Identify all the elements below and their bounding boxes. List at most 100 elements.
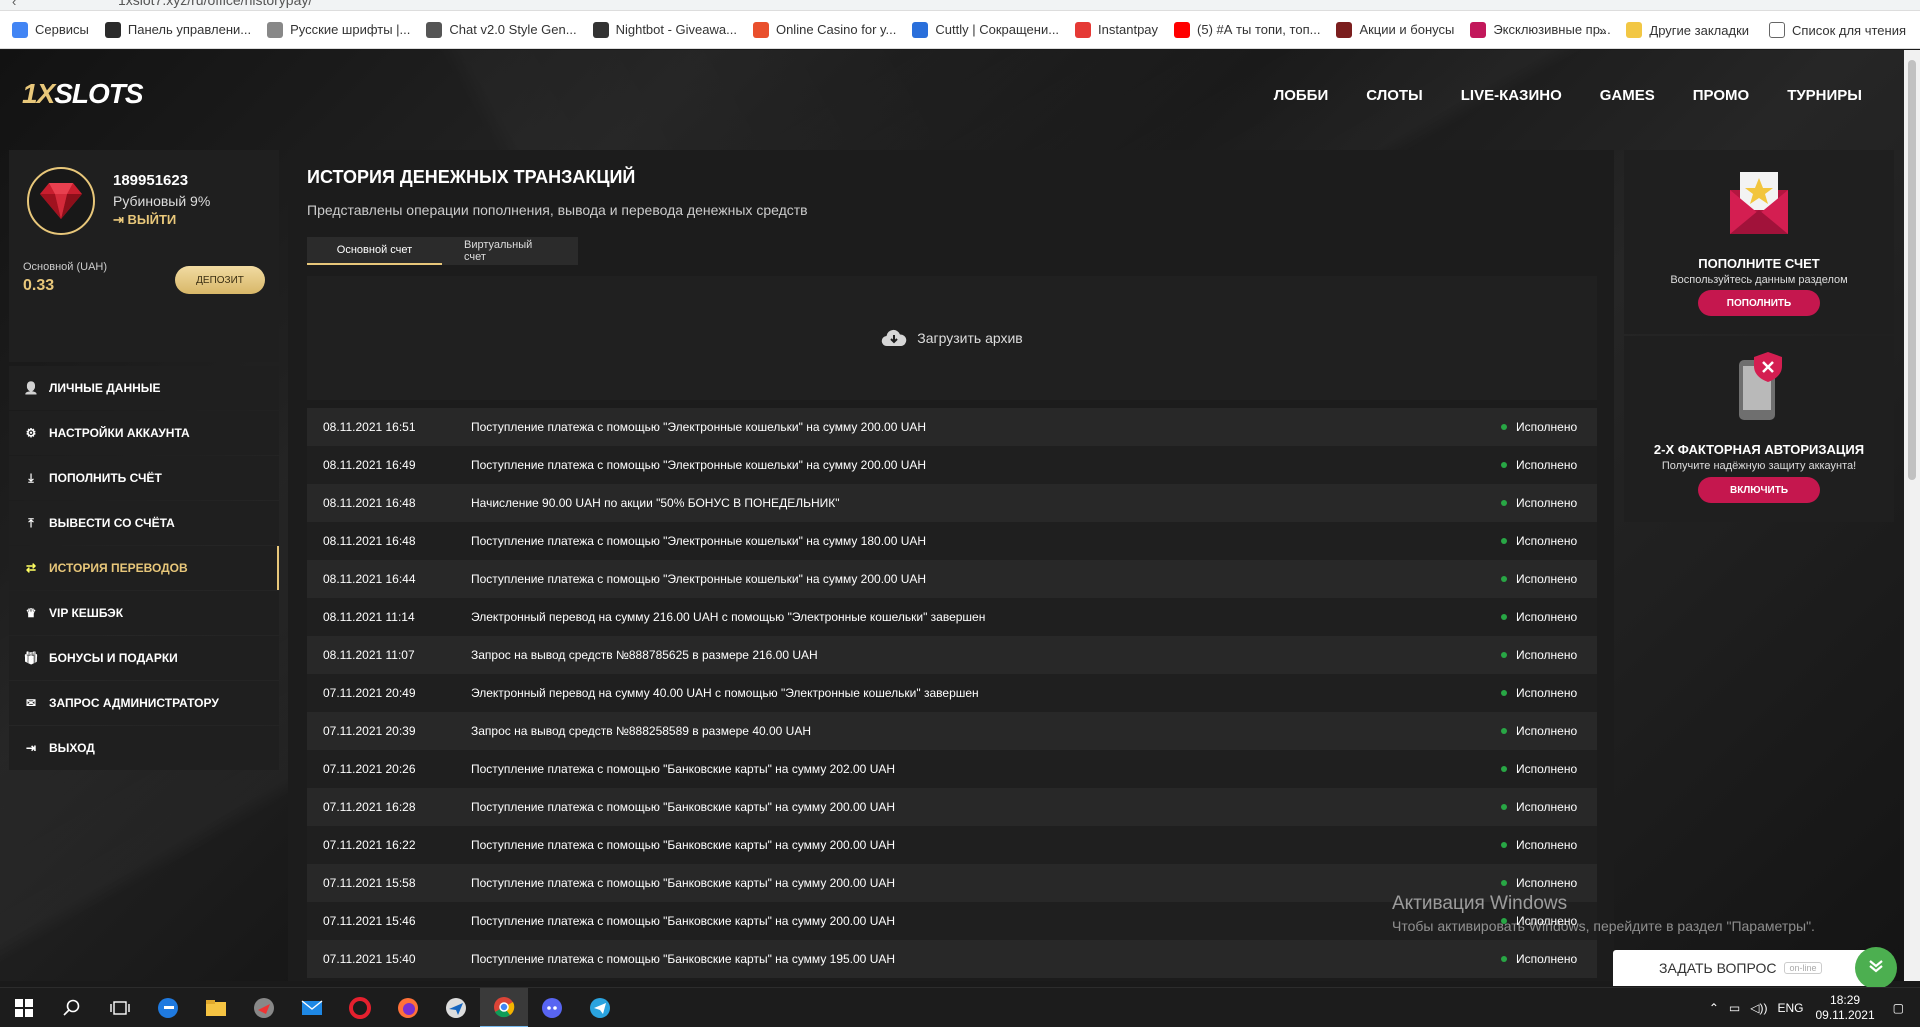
bookmark-item[interactable]: (5) #А ты топи, топ... bbox=[1174, 21, 1321, 38]
tab-main-account[interactable]: Основной счет bbox=[307, 237, 442, 265]
chrome-browser-icon[interactable] bbox=[480, 988, 528, 1027]
plane-app-icon[interactable] bbox=[432, 988, 480, 1027]
system-tray: ⌃ ▭ ◁)) ENG 18:29 09.11.2021 ▢ bbox=[1709, 988, 1920, 1027]
bookmark-item[interactable]: Акции и бонусы bbox=[1336, 21, 1454, 38]
bookmark-item[interactable]: Панель управлени... bbox=[104, 21, 251, 38]
transaction-date: 07.11.2021 15:58 bbox=[323, 876, 416, 890]
topup-button[interactable]: ПОПОЛНИТЬ bbox=[1698, 290, 1820, 316]
firefox-browser-icon[interactable] bbox=[384, 988, 432, 1027]
side-menu-label: ЗАПРОС АДМИНИСТРАТОРУ bbox=[49, 696, 219, 710]
twofa-promo-title: 2-Х ФАКТОРНАЯ АВТОРИЗАЦИЯ bbox=[1653, 442, 1865, 457]
volume-icon[interactable]: ◁)) bbox=[1750, 1001, 1767, 1015]
side-menu-item[interactable]: ♛ VIP КЕШБЭК bbox=[9, 591, 279, 635]
transaction-date: 07.11.2021 20:49 bbox=[323, 686, 416, 700]
logo-part-1x: 1X bbox=[22, 78, 55, 109]
balance-label: Основной (UAH) bbox=[23, 261, 108, 273]
address-bar[interactable]: 1xslot7.xyz/ru/office/historypay/ bbox=[118, 0, 312, 8]
transaction-description: Поступление платежа с помощью "Банковски… bbox=[471, 800, 896, 814]
bookmark-item[interactable]: Online Casino for y... bbox=[752, 21, 896, 38]
bookmark-item[interactable]: Nightbot - Giveawa... bbox=[592, 21, 737, 38]
bookmark-item[interactable]: Сервисы bbox=[12, 21, 89, 38]
bookmark-item[interactable]: Instantpay bbox=[1075, 21, 1159, 38]
nav-games[interactable]: GAMES bbox=[1600, 87, 1655, 104]
bookmark-item[interactable]: Эксклюзивные пр... bbox=[1470, 21, 1611, 38]
apps-grid-icon bbox=[12, 21, 28, 38]
transaction-row: 08.11.2021 16:44 Поступление платежа с по… bbox=[307, 560, 1597, 598]
top-navigation: ЛОББИ СЛОТЫ LIVE-КАЗИНО GAMES ПРОМО ТУРН… bbox=[1274, 87, 1862, 104]
youtube-icon bbox=[1174, 21, 1191, 38]
notifications-icon[interactable]: ▢ bbox=[1893, 1001, 1904, 1015]
nav-live-casino[interactable]: LIVE-КАЗИНО bbox=[1461, 87, 1562, 104]
app-plane-icon[interactable] bbox=[240, 988, 288, 1027]
transaction-description: Поступление платежа с помощью "Электронн… bbox=[471, 420, 927, 434]
bookmark-label: Русские шрифты |... bbox=[290, 22, 411, 37]
side-menu-item[interactable]: ⤒ ВЫВЕСТИ СО СЧЁТА bbox=[9, 501, 279, 545]
ask-question-widget[interactable]: ЗАДАТЬ ВОПРОС on-line bbox=[1613, 950, 1883, 986]
bookmark-label: Nightbot - Giveawa... bbox=[615, 22, 737, 37]
scrollbar-thumb[interactable] bbox=[1908, 60, 1916, 480]
more-bookmarks-button[interactable]: » bbox=[1599, 23, 1606, 38]
casino-icon bbox=[752, 21, 769, 38]
system-clock[interactable]: 18:29 09.11.2021 bbox=[1815, 993, 1874, 1023]
side-menu-item[interactable]: 👤 ЛИЧНЫЕ ДАННЫЕ bbox=[9, 366, 279, 410]
discord-app-icon[interactable] bbox=[528, 988, 576, 1027]
transaction-status: Исполнено bbox=[1501, 458, 1577, 472]
side-menu-item[interactable]: ⇥ ВЫХОД bbox=[9, 726, 279, 770]
logout-link[interactable]: ⇥ ВЫЙТИ bbox=[113, 212, 176, 228]
task-view-icon[interactable] bbox=[96, 988, 144, 1027]
side-menu-item[interactable]: ✉ ЗАПРОС АДМИНИСТРАТОРУ bbox=[9, 681, 279, 725]
side-menu-label: БОНУСЫ И ПОДАРКИ bbox=[49, 651, 178, 665]
profile-card: 189951623 Рубиновый 9% ⇥ ВЫЙТИ Основной … bbox=[9, 150, 279, 362]
bookmark-item[interactable]: Русские шрифты |... bbox=[267, 21, 411, 38]
telegram-app-icon[interactable] bbox=[576, 988, 624, 1027]
transaction-date: 07.11.2021 15:40 bbox=[323, 952, 416, 966]
status-dot-icon bbox=[1501, 424, 1507, 430]
nav-promo[interactable]: ПРОМО bbox=[1693, 87, 1749, 104]
page-scrollbar[interactable] bbox=[1904, 50, 1920, 981]
side-menu-item[interactable]: 🎁 БОНУСЫ И ПОДАРКИ bbox=[9, 636, 279, 680]
side-menu-item[interactable]: ⤓ ПОПОЛНИТЬ СЧЁТ bbox=[9, 456, 279, 500]
chat-bubble-icon[interactable] bbox=[1855, 947, 1897, 989]
transaction-row: 08.11.2021 11:14 Электронный перевод на с… bbox=[307, 598, 1597, 636]
nav-slots[interactable]: СЛОТЫ bbox=[1366, 87, 1423, 104]
download-archive-label: Загрузить архив bbox=[917, 330, 1023, 346]
transaction-row: 07.11.2021 20:39 Запрос на вывод средств … bbox=[307, 712, 1597, 750]
bookmark-item[interactable]: Cuttly | Сокращени... bbox=[912, 21, 1059, 38]
status-dot-icon bbox=[1501, 652, 1507, 658]
nav-tournaments[interactable]: ТУРНИРЫ bbox=[1787, 87, 1862, 104]
status-dot-icon bbox=[1501, 462, 1507, 468]
search-icon[interactable] bbox=[48, 988, 96, 1027]
language-indicator[interactable]: ENG bbox=[1777, 1001, 1803, 1015]
reading-list-button[interactable]: Список для чтения bbox=[1769, 22, 1906, 38]
user-id: 189951623 bbox=[113, 172, 189, 189]
side-menu-item[interactable]: ⚙ НАСТРОЙКИ АККАУНТА bbox=[9, 411, 279, 455]
bookmark-item[interactable]: Chat v2.0 Style Gen... bbox=[426, 21, 577, 38]
other-bookmarks-folder[interactable]: Другие закладки bbox=[1626, 22, 1749, 38]
network-icon[interactable]: ▭ bbox=[1729, 1001, 1740, 1015]
side-menu-item[interactable]: ⇄ ИСТОРИЯ ПЕРЕВОДОВ bbox=[9, 546, 279, 590]
bookmark-label: Instantpay bbox=[1098, 22, 1159, 37]
side-menu-label: ВЫВЕСТИ СО СЧЁТА bbox=[49, 516, 175, 530]
transaction-date: 08.11.2021 16:49 bbox=[323, 458, 416, 472]
status-label: Исполнено bbox=[1516, 610, 1578, 624]
transfer-icon: ⇄ bbox=[25, 561, 37, 575]
download-archive-button[interactable]: Загрузить архив bbox=[307, 276, 1597, 400]
reading-list-icon bbox=[1769, 22, 1786, 38]
back-arrow-icon[interactable]: ‹ bbox=[12, 0, 16, 9]
bookmark-label: (5) #А ты топи, топ... bbox=[1197, 22, 1321, 37]
enable-2fa-button[interactable]: ВКЛЮЧИТЬ bbox=[1698, 477, 1820, 503]
file-explorer-icon[interactable] bbox=[192, 988, 240, 1027]
tray-chevron-up-icon[interactable]: ⌃ bbox=[1709, 1001, 1719, 1015]
windows-start-icon[interactable] bbox=[0, 988, 48, 1027]
deposit-button[interactable]: ДЕПОЗИТ bbox=[175, 266, 265, 294]
status-dot-icon bbox=[1501, 576, 1507, 582]
site-logo[interactable]: 1XSLOTS bbox=[22, 78, 144, 110]
mail-app-icon[interactable] bbox=[288, 988, 336, 1027]
page-title: ИСТОРИЯ ДЕНЕЖНЫХ ТРАНЗАКЦИЙ bbox=[307, 167, 636, 187]
tab-virtual-account[interactable]: Виртуальный счет bbox=[442, 237, 578, 265]
opera-browser-icon[interactable] bbox=[336, 988, 384, 1027]
transaction-description: Запрос на вывод средств №888785625 в раз… bbox=[471, 648, 818, 662]
edge-browser-icon[interactable] bbox=[144, 988, 192, 1027]
nav-lobby[interactable]: ЛОББИ bbox=[1274, 87, 1329, 104]
transaction-status: Исполнено bbox=[1501, 420, 1577, 434]
